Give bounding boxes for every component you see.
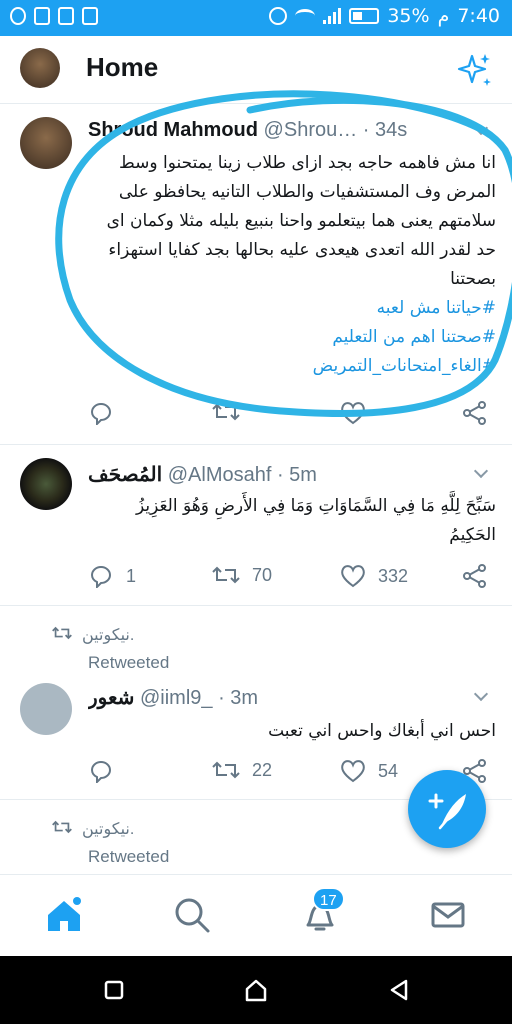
image-icon — [58, 7, 74, 25]
like-button[interactable]: 332 — [340, 564, 408, 588]
hashtag-line[interactable]: #الغاء_امتحانات_التمريض — [88, 352, 496, 381]
heart-icon — [341, 565, 365, 588]
share-button[interactable] — [462, 401, 488, 425]
reply-button[interactable] — [88, 759, 114, 783]
retweet-button[interactable]: 22 — [212, 759, 272, 781]
reply-button[interactable] — [88, 401, 114, 425]
chevron-down-icon[interactable] — [473, 463, 489, 479]
alarm-icon — [269, 7, 288, 25]
tweet-time: · 34s — [362, 119, 408, 141]
signal-icon — [323, 8, 342, 24]
retweet-icon — [52, 626, 72, 640]
retweet-context: نيكوتين. — [52, 625, 134, 645]
retweeter-name[interactable]: نيكوتين. — [82, 819, 134, 839]
system-navigation-bar — [0, 956, 512, 1024]
retweeter-name[interactable]: نيكوتين. — [82, 625, 134, 645]
tweet-body: انا مش فاهمه حاجه بجد ازاى طلاب زينا يمت… — [106, 153, 496, 289]
tweet-time: · 3m — [218, 687, 259, 709]
author-handle: @AlMosahf — [167, 464, 272, 486]
like-count: 332 — [378, 565, 409, 586]
back-icon[interactable] — [388, 978, 410, 1002]
like-count: 54 — [378, 760, 399, 781]
author-name[interactable]: شعور — [88, 687, 134, 709]
hashtag-line[interactable]: #صحتنا اهم من التعليم — [88, 323, 496, 352]
share-icon — [463, 564, 486, 588]
author-name[interactable]: Shroud Mahmoud — [88, 119, 258, 141]
tweet-header: Shroud Mahmoud @Shrou… · 34s — [88, 119, 472, 142]
tweet-header: المُصحَف @AlMosahf · 5m — [88, 462, 472, 487]
bottom-navigation: 17 — [0, 874, 512, 956]
tweet[interactable]: Shroud Mahmoud @Shrou… · 34s انا مش فاهم… — [0, 105, 512, 445]
tweet-header: شعور @iiml9_ · 3m — [88, 685, 472, 710]
status-bar: 35% م 7:40 — [0, 0, 512, 36]
compose-tweet-button[interactable] — [408, 770, 486, 848]
tweet-actions — [88, 401, 492, 429]
hashtag-line[interactable]: #حياتنا مش لعبه — [88, 294, 496, 323]
retweet-icon — [212, 566, 240, 584]
profile-avatar[interactable] — [20, 48, 60, 88]
home-icon[interactable] — [44, 895, 84, 935]
sparkle-icon[interactable] — [454, 50, 494, 90]
retweet-context: نيكوتين. — [52, 819, 134, 839]
tweet-time: · 5m — [276, 464, 317, 486]
tweet-actions: 1 70 332 — [88, 564, 492, 592]
clock: 7:40 — [457, 5, 500, 27]
page-title: Home — [86, 52, 159, 82]
author-name[interactable]: المُصحَف — [88, 464, 162, 486]
feather-plus-icon — [428, 793, 466, 830]
avatar[interactable] — [20, 458, 72, 510]
whatsapp-icon — [10, 7, 26, 25]
retweet-button[interactable] — [212, 401, 240, 423]
like-button[interactable] — [340, 401, 366, 425]
chevron-down-icon[interactable] — [473, 120, 489, 136]
recents-icon[interactable] — [104, 980, 124, 1000]
search-icon[interactable] — [172, 895, 212, 935]
home-key-icon[interactable] — [244, 978, 268, 1002]
author-handle: @Shrou… — [263, 119, 358, 141]
like-button[interactable]: 54 — [340, 759, 398, 783]
battery-percent: 35% — [387, 5, 430, 27]
battery-icon — [349, 8, 380, 24]
avatar[interactable] — [20, 683, 72, 735]
retweet-icon — [52, 820, 72, 834]
top-header: Home — [0, 36, 512, 104]
ampm-indicator: م — [437, 5, 450, 27]
reply-icon — [90, 403, 111, 425]
retweeted-label: Retweeted — [88, 847, 170, 866]
gallery-icon — [34, 7, 50, 25]
retweet-icon — [212, 761, 240, 779]
share-icon — [463, 401, 486, 425]
retweet-icon — [212, 403, 240, 421]
notification-icons — [10, 7, 98, 25]
retweet-button[interactable]: 70 — [212, 564, 272, 586]
tweet-text: احس اني أبغاك واحس اني تعبت — [268, 721, 496, 741]
retweet-count: 22 — [252, 759, 273, 780]
mail-icon[interactable] — [428, 895, 468, 935]
reply-icon — [90, 761, 111, 783]
notifications-badge: 17 — [312, 887, 345, 911]
author-handle: @iiml9_ — [139, 687, 213, 709]
tweet[interactable]: المُصحَف @AlMosahf · 5m سَبِّحَ لِلَّهِ … — [0, 446, 512, 606]
tweet-text: سَبِّحَ لِلَّهِ مَا فِي السَّمَاوَاتِ وَ… — [135, 496, 496, 545]
wifi-icon — [295, 9, 316, 23]
reply-button[interactable]: 1 — [88, 564, 136, 588]
battery-saver-icon — [82, 7, 98, 25]
tweet-text: انا مش فاهمه حاجه بجد ازاى طلاب زينا يمت… — [88, 149, 496, 381]
reply-icon — [90, 566, 111, 588]
retweet-count: 70 — [252, 564, 273, 585]
reply-count: 1 — [126, 565, 137, 586]
avatar[interactable] — [20, 117, 72, 169]
heart-icon — [341, 402, 365, 425]
chevron-down-icon[interactable] — [473, 686, 489, 702]
share-button[interactable] — [462, 564, 488, 588]
retweeted-label: Retweeted — [88, 653, 170, 672]
heart-icon — [341, 760, 365, 783]
